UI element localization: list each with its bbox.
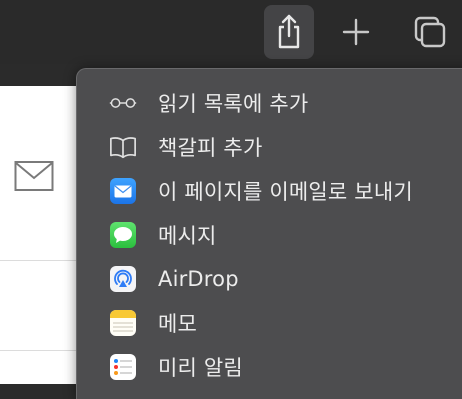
- share-menu: 읽기 목록에 추가 책갈피 추가 이 페이지를 이메일로 보내기 메시지 Air…: [76, 68, 462, 399]
- share-button[interactable]: [264, 5, 314, 59]
- reminders-app-icon: [109, 353, 137, 381]
- book-icon: [109, 133, 137, 161]
- share-icon: [278, 14, 300, 49]
- envelope-icon[interactable]: [14, 160, 54, 192]
- tab-overview-button[interactable]: [408, 5, 452, 59]
- plus-icon: [342, 18, 370, 46]
- menu-item-airdrop[interactable]: AirDrop: [77, 259, 462, 299]
- menu-item-reminders[interactable]: 미리 알림: [77, 347, 462, 387]
- menu-item-add-bookmark[interactable]: 책갈피 추가: [77, 127, 462, 167]
- airdrop-icon: [109, 265, 137, 293]
- menu-item-add-to-reading-list[interactable]: 읽기 목록에 추가: [77, 83, 462, 123]
- reading-glasses-icon: [109, 89, 137, 117]
- menu-item-label: 메모: [158, 312, 198, 336]
- menu-item-label: AirDrop: [158, 267, 239, 291]
- tabs-icon: [414, 16, 446, 48]
- menu-item-label: 이 페이지를 이메일로 보내기: [158, 180, 413, 204]
- menu-item-messages[interactable]: 메시지: [77, 215, 462, 255]
- menu-item-email-page[interactable]: 이 페이지를 이메일로 보내기: [77, 171, 462, 211]
- browser-toolbar: [0, 0, 462, 64]
- menu-item-label: 미리 알림: [158, 356, 243, 380]
- menu-item-notes[interactable]: 메모: [77, 303, 462, 343]
- new-tab-button[interactable]: [334, 5, 378, 59]
- notes-app-icon: [109, 309, 137, 337]
- mail-app-icon: [109, 177, 137, 205]
- messages-app-icon: [109, 221, 137, 249]
- menu-item-label: 책갈피 추가: [158, 136, 263, 160]
- menu-item-label: 읽기 목록에 추가: [158, 92, 309, 116]
- menu-item-label: 메시지: [158, 224, 217, 248]
